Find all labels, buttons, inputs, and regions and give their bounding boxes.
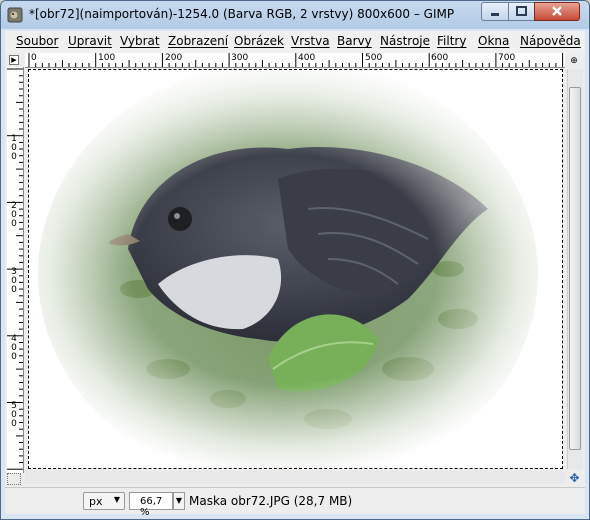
hruler-label-500: 500 [365, 53, 383, 63]
gimp-window: *[obr72](naimportován)-1254.0 (Barva RGB… [0, 0, 590, 520]
horizontal-scrollbar[interactable] [25, 471, 565, 484]
bird-photo [28, 69, 563, 469]
hruler-label-600: 600 [431, 53, 449, 63]
zoom-dropdown-button[interactable]: ▼ [173, 492, 185, 510]
navigate-button[interactable]: ✥ [567, 471, 582, 485]
menu-napoveda[interactable]: Nápověda [520, 34, 581, 48]
vruler-label-500: 5 0 0 [11, 401, 17, 429]
zoom-icon: ⊕ [570, 56, 578, 66]
window-title: *[obr72](naimportován)-1254.0 (Barva RGB… [29, 7, 455, 21]
vertical-scrollbar[interactable] [567, 69, 583, 469]
hruler-label-300: 300 [231, 53, 249, 63]
menu-bar: Soubor Upravit Vybrat Zobrazení Obrázek … [5, 31, 585, 54]
hruler-label-0: 0 [31, 53, 37, 63]
unit-value: px [89, 495, 103, 508]
status-message: Maska obr72.JPG (28,7 MB) [189, 494, 353, 508]
zoom-dropdown-icon: ▼ [175, 496, 183, 505]
title-bar[interactable]: *[obr72](naimportován)-1254.0 (Barva RGB… [1, 1, 589, 29]
zoom-input[interactable]: 66,7 % [129, 492, 173, 518]
menu-obrazek[interactable]: Obrázek [234, 34, 284, 48]
vertical-scroll-thumb[interactable] [569, 87, 581, 450]
menu-filtry[interactable]: Filtry [437, 34, 466, 48]
menu-barvy[interactable]: Barvy [337, 34, 372, 48]
hruler-label-200: 200 [165, 53, 183, 63]
menu-arrow-icon: ▶ [11, 56, 17, 64]
vruler-label-300: 3 0 0 [11, 267, 17, 295]
minimize-button[interactable] [481, 2, 509, 21]
navigate-icon: ✥ [569, 471, 580, 485]
gimp-app-icon[interactable] [7, 7, 23, 23]
vruler-label-100: 1 0 0 [11, 134, 17, 162]
quick-mask-toggle[interactable] [7, 473, 21, 485]
image-menu-button[interactable]: ▶ [9, 55, 19, 65]
zoom-value: 66,7 % [140, 496, 163, 518]
menu-upravit[interactable]: Upravit [68, 34, 112, 48]
unit-dropdown-icon: ▼ [113, 495, 120, 504]
menu-nastroje[interactable]: Nástroje [380, 34, 430, 48]
vruler-label-400: 4 0 0 [11, 334, 17, 362]
maximize-button[interactable] [508, 2, 535, 21]
horizontal-ruler[interactable]: 0 100 200 300 400 500 600 700 [25, 53, 565, 68]
hruler-label-400: 400 [298, 53, 316, 63]
vertical-ruler[interactable]: 1 0 0 2 0 0 3 0 0 4 0 0 5 0 0 [7, 67, 24, 473]
minimize-icon [491, 13, 499, 16]
menu-okna[interactable]: Okna [478, 34, 509, 48]
menu-vrstva[interactable]: Vrstva [291, 34, 330, 48]
menu-vybrat[interactable]: Vybrat [120, 34, 160, 48]
hruler-label-700: 700 [498, 53, 516, 63]
close-icon [552, 6, 562, 16]
close-button[interactable] [534, 2, 580, 21]
vruler-label-200: 2 0 0 [11, 201, 17, 229]
zoom-fit-button[interactable]: ⊕ [568, 55, 580, 67]
status-bar: px ▼ 66,7 % ▼ Maska obr72.JPG (28,7 MB) [5, 487, 585, 518]
hruler-label-100: 100 [98, 53, 116, 63]
unit-select[interactable]: px ▼ [83, 492, 125, 510]
menu-zobrazeni[interactable]: Zobrazení [168, 34, 228, 48]
menu-soubor[interactable]: Soubor [16, 34, 58, 48]
maximize-icon [516, 6, 527, 16]
image-canvas[interactable] [28, 69, 563, 469]
